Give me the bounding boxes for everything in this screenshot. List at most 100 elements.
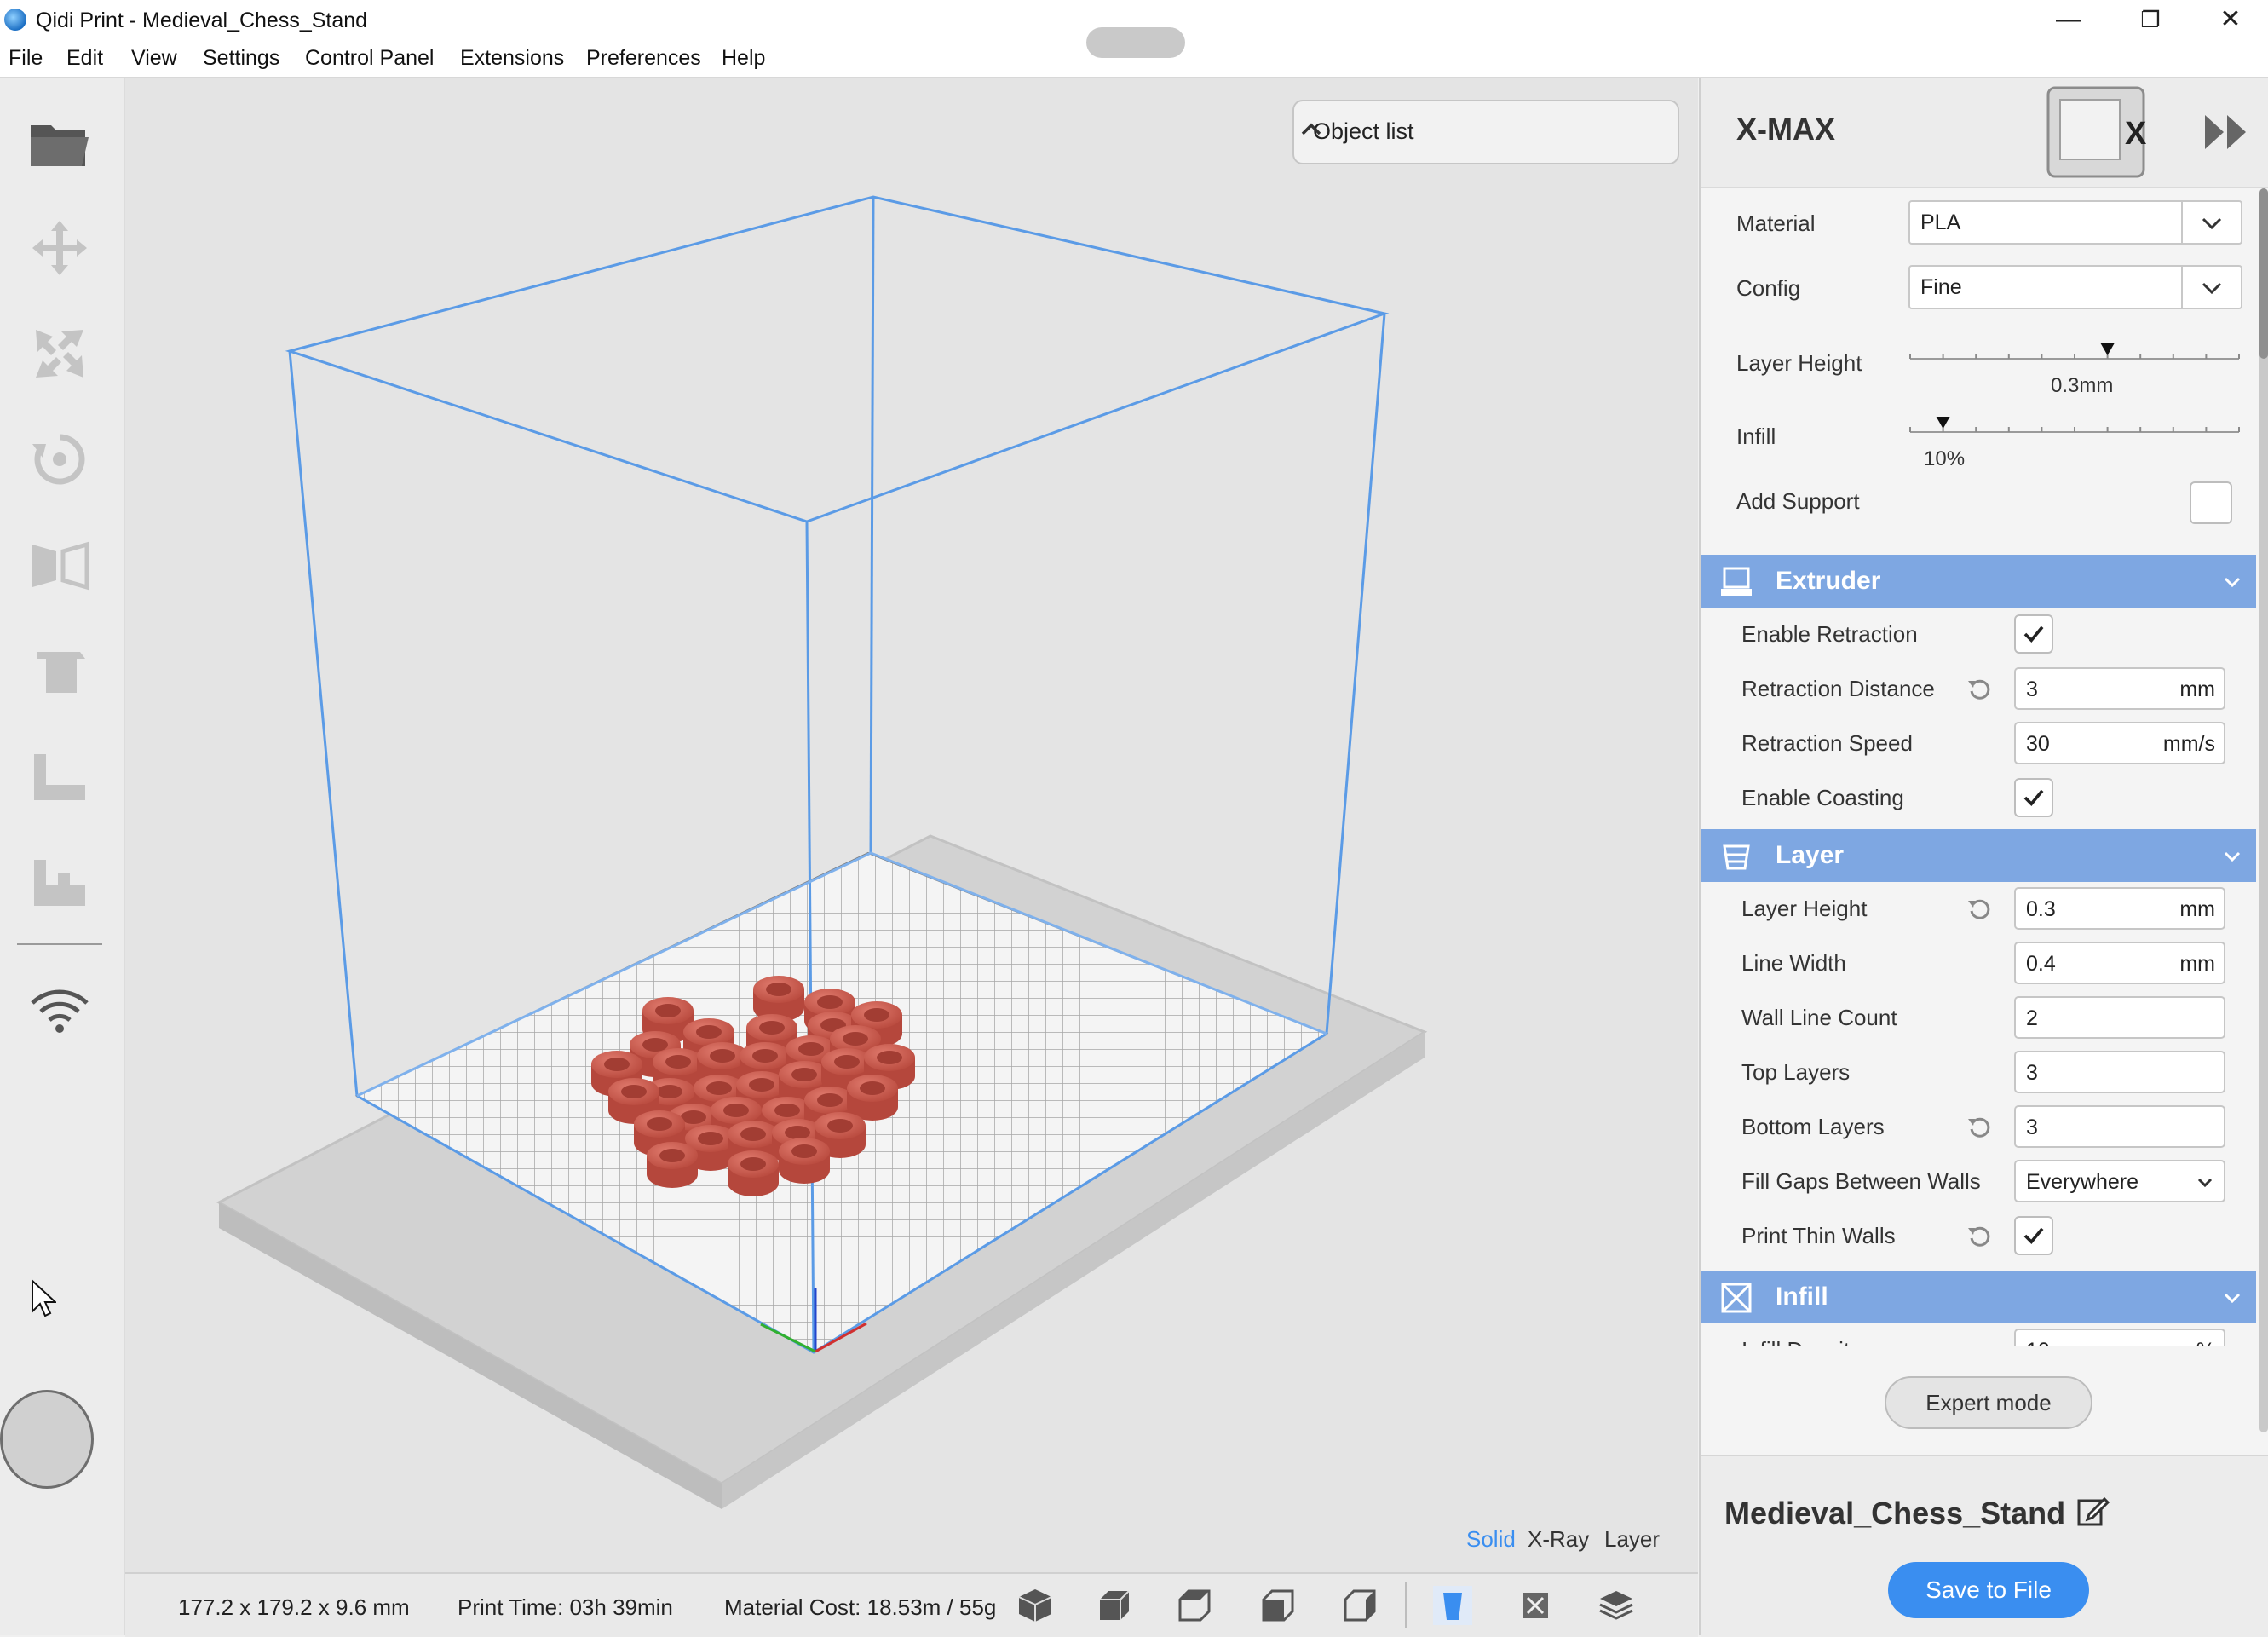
setting-label: Layer Height <box>1741 896 1868 921</box>
open-folder-icon[interactable] <box>26 108 94 176</box>
material-select[interactable]: PLA <box>1908 200 2242 245</box>
retraction-distance-input[interactable]: 3 mm <box>2014 667 2225 710</box>
collapse-panel-icon[interactable] <box>2202 112 2249 153</box>
infill-density-input[interactable]: 10% <box>2014 1329 2225 1346</box>
layflat-icon[interactable] <box>26 742 94 810</box>
config-label: Config <box>1736 275 1801 301</box>
top-layers-input[interactable]: 3 <box>2014 1051 2225 1093</box>
settings-scrollbar[interactable] <box>2259 188 2268 1432</box>
layer-height-input[interactable]: 0.3 mm <box>2014 887 2225 930</box>
setting-list: Extruder Enable Retraction Retraction Di… <box>1701 555 2256 1346</box>
view-right-icon[interactable] <box>1340 1586 1379 1625</box>
reset-icon[interactable] <box>1965 674 1995 705</box>
field-value: 3 <box>2026 1061 2038 1085</box>
enable-retraction-checkbox[interactable] <box>2014 614 2053 654</box>
status-divider <box>1405 1582 1407 1628</box>
mirror-icon[interactable] <box>26 531 94 599</box>
layer-height-value: 0.3mm <box>2051 374 2114 397</box>
expert-mode-button[interactable]: Expert mode <box>1885 1376 2092 1429</box>
add-support-checkbox[interactable] <box>2190 481 2232 524</box>
view-mode-layer[interactable]: Layer <box>1604 1526 1660 1553</box>
close-button[interactable]: ✕ <box>2190 0 2268 39</box>
slider-track <box>1909 343 2240 360</box>
menu-edit[interactable]: Edit <box>66 46 103 71</box>
enable-coasting-checkbox[interactable] <box>2014 778 2053 817</box>
3d-viewport[interactable]: Object list Solid X-Ray Layer <box>125 78 1698 1572</box>
chess-stand-puck <box>847 1075 898 1121</box>
menu-help[interactable]: Help <box>722 46 765 71</box>
section-layer-title: Layer <box>1776 841 1845 869</box>
section-infill[interactable]: Infill <box>1701 1271 2256 1323</box>
retraction-speed-input[interactable]: 30 mm/s <box>2014 722 2225 764</box>
view-mode-solid[interactable]: Solid <box>1466 1526 1516 1553</box>
scale-icon[interactable] <box>26 320 94 388</box>
solid-view-icon[interactable] <box>1433 1586 1472 1625</box>
minimize-button[interactable]: — <box>2028 0 2110 39</box>
bottom-layers-input[interactable]: 3 <box>2014 1105 2225 1148</box>
view-3d-icon[interactable] <box>1016 1586 1055 1625</box>
line-width-input[interactable]: 0.4 mm <box>2014 942 2225 984</box>
support-icon[interactable] <box>26 637 94 705</box>
view-left-icon[interactable] <box>1258 1586 1298 1625</box>
fill-gaps-select[interactable]: Everywhere <box>2014 1160 2225 1202</box>
menu-extensions[interactable]: Extensions <box>460 46 564 71</box>
slider-track <box>1909 417 2240 433</box>
section-extruder[interactable]: Extruder <box>1701 555 2256 608</box>
basic-settings: Material PLA Config Fine Layer Height 0.… <box>1701 188 2268 555</box>
drag-handle[interactable] <box>1086 27 1185 58</box>
menu-file[interactable]: File <box>9 46 43 71</box>
printer-thumbnail-icon[interactable]: X <box>2041 83 2152 182</box>
mouse-cursor-icon <box>32 1279 56 1317</box>
assistive-touch-button[interactable] <box>0 1390 94 1489</box>
row-bottom-layers: Bottom Layers 3 <box>1701 1100 2256 1155</box>
maximize-button[interactable]: ❐ <box>2110 0 2191 39</box>
menu-view[interactable]: View <box>131 46 177 71</box>
extruder-icon <box>1721 567 1752 596</box>
edit-icon[interactable] <box>2075 1494 2110 1528</box>
menu-control-panel[interactable]: Control Panel <box>305 46 434 71</box>
reset-icon[interactable] <box>1965 1221 1995 1252</box>
field-unit: mm/s <box>2162 732 2215 756</box>
model-dimensions: 177.2 x 179.2 x 9.6 mm <box>178 1594 410 1620</box>
field-value: 0.4 <box>2026 952 2056 976</box>
job-area: Medieval_Chess_Stand Save to File <box>1701 1455 2268 1637</box>
slider-thumb[interactable] <box>1936 417 1950 429</box>
row-retraction-speed: Retraction Speed 30 mm/s <box>1701 717 2256 771</box>
setting-label: Fill Gaps Between Walls <box>1741 1168 1981 1194</box>
view-mode-xray[interactable]: X-Ray <box>1528 1526 1589 1553</box>
menu-settings[interactable]: Settings <box>203 46 279 71</box>
check-icon <box>2023 789 2044 807</box>
infill-slider[interactable] <box>1908 412 2241 446</box>
object-list-toggle[interactable]: Object list <box>1292 100 1679 164</box>
row-infill-density: Infill Density 10% <box>1701 1323 2256 1346</box>
reset-icon[interactable] <box>1965 894 1995 925</box>
field-value: 0.3 <box>2026 897 2056 921</box>
wall-line-count-input[interactable]: 2 <box>2014 996 2225 1039</box>
setting-label: Enable Retraction <box>1741 621 1918 647</box>
field-unit: mm <box>2179 677 2215 701</box>
view-top-icon[interactable] <box>1175 1586 1214 1625</box>
setting-label: Top Layers <box>1741 1059 1851 1085</box>
wifi-icon[interactable] <box>26 976 94 1044</box>
layer-height-slider[interactable] <box>1908 338 2241 372</box>
scrollbar-thumb[interactable] <box>2259 188 2268 359</box>
rotate-icon[interactable] <box>26 425 94 493</box>
view-front-icon[interactable] <box>1095 1586 1134 1625</box>
config-select[interactable]: Fine <box>1908 265 2242 309</box>
slider-thumb[interactable] <box>2100 343 2115 355</box>
move-icon[interactable] <box>26 214 94 282</box>
layer-view-icon[interactable] <box>1597 1586 1636 1625</box>
place-icon[interactable] <box>26 848 94 916</box>
xray-view-icon[interactable] <box>1516 1586 1555 1625</box>
menu-preferences[interactable]: Preferences <box>586 46 701 71</box>
material-value: PLA <box>1920 210 1961 234</box>
save-to-file-button[interactable]: Save to File <box>1888 1562 2089 1618</box>
check-icon <box>2023 1227 2044 1245</box>
reset-icon[interactable] <box>1965 1112 1995 1143</box>
section-layer[interactable]: Layer <box>1701 829 2256 882</box>
chess-stand-puck <box>647 1142 698 1188</box>
svg-text:X: X <box>2125 116 2147 152</box>
setting-label: Retraction Speed <box>1741 730 1913 756</box>
row-wall-line-count: Wall Line Count 2 <box>1701 991 2256 1046</box>
print-thin-walls-checkbox[interactable] <box>2014 1216 2053 1255</box>
